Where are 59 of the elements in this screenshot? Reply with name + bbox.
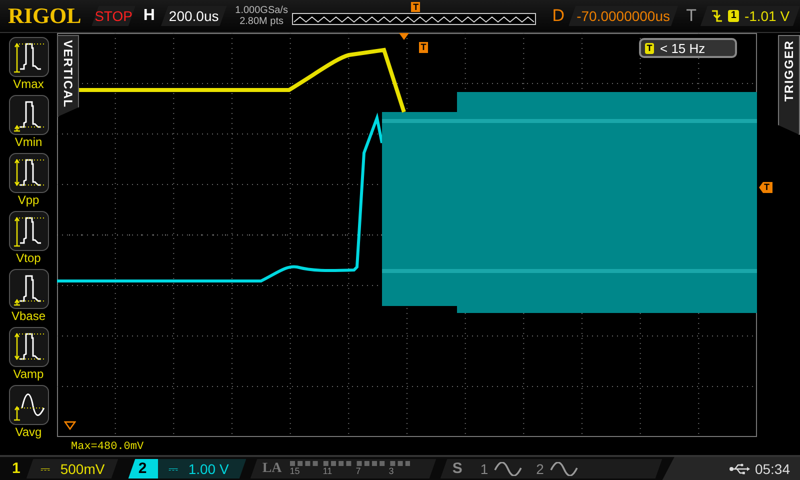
- trigger-source-badge: 1: [728, 10, 740, 22]
- channel-panel[interactable]: 2 ⎓ 1.00 V: [128, 458, 246, 478]
- vertical-menu-tab[interactable]: VERTICAL: [57, 35, 79, 117]
- measurement-button[interactable]: Vamp: [4, 327, 54, 384]
- logic-analyzer-label: LA: [262, 460, 282, 476]
- trigger-panel[interactable]: 1 -1.01 V: [700, 6, 800, 26]
- memory-depth: 2.80M pts: [240, 16, 284, 27]
- math-panel[interactable]: S 1 2: [440, 458, 662, 478]
- coupling-symbol: ⎓: [168, 462, 178, 476]
- horizontal-label: H: [143, 7, 155, 25]
- sine-wave-icon: [494, 462, 522, 476]
- math-label: S: [452, 460, 462, 477]
- logic-analyzer-panel[interactable]: LA 15 11 7 3: [250, 458, 436, 478]
- measurement-readout: Max=480.0mV: [70, 440, 145, 453]
- usb-icon: [728, 462, 751, 474]
- trigger-position-marker: T: [419, 42, 428, 53]
- sample-rate: 1.000GSa/s: [235, 5, 288, 16]
- measurement-icon: [8, 327, 48, 367]
- measurement-icon: [8, 95, 48, 135]
- measurement-icon: [8, 153, 48, 193]
- trigger-menu-tab[interactable]: TRIGGER: [778, 35, 800, 135]
- digital-channel-number: 3: [388, 466, 395, 476]
- measurement-icon: [8, 37, 48, 77]
- falling-edge-icon: [710, 9, 723, 23]
- digital-channel-number: 11: [322, 466, 334, 476]
- run-status[interactable]: STOP: [92, 6, 136, 26]
- offset-marker-icon: [64, 421, 76, 430]
- clock-time: 05:34: [754, 460, 790, 476]
- measurement-button[interactable]: Vtop: [4, 211, 54, 268]
- channel-scale: 500mV: [60, 460, 105, 476]
- measurement-icon: [8, 269, 48, 309]
- math-source-number: 1: [480, 460, 488, 476]
- trigger-level-marker: T: [759, 182, 772, 193]
- trigger-label: T: [686, 6, 696, 26]
- trigger-position-marker: T: [411, 2, 420, 12]
- digital-channel-number: 7: [356, 466, 362, 476]
- channel-panel[interactable]: ⎓ 500mV: [26, 458, 118, 478]
- channel-scale: 1.00 V: [188, 460, 229, 476]
- measurement-icon: [8, 385, 48, 425]
- digital-channel-number: 15: [290, 466, 301, 476]
- channel-number: 1: [12, 460, 20, 477]
- measurement-button[interactable]: Vmax: [4, 37, 54, 94]
- math-source-number: 2: [536, 460, 544, 476]
- delay-label: D: [552, 6, 565, 26]
- measurement-button[interactable]: Vmin: [4, 95, 54, 152]
- measurement-button[interactable]: Vpp: [4, 153, 54, 210]
- trigger-level: -1.01 V: [744, 8, 790, 24]
- digital-channel-squares-icon: [290, 461, 410, 466]
- measurement-icon: [8, 211, 48, 251]
- frequency-value: < 15 Hz: [660, 40, 706, 56]
- delay-value[interactable]: -70.0000000us: [568, 6, 678, 26]
- measurement-button[interactable]: Vbase: [4, 269, 54, 326]
- channel-number: 2: [138, 460, 148, 477]
- coupling-symbol: ⎓: [40, 462, 50, 476]
- trigger-badge: T: [645, 42, 654, 54]
- timebase-value[interactable]: 200.0us: [160, 6, 227, 26]
- brand-logo: RIGOL: [8, 3, 82, 29]
- sine-wave-icon: [550, 462, 578, 476]
- measurement-button[interactable]: Vavg: [4, 385, 54, 442]
